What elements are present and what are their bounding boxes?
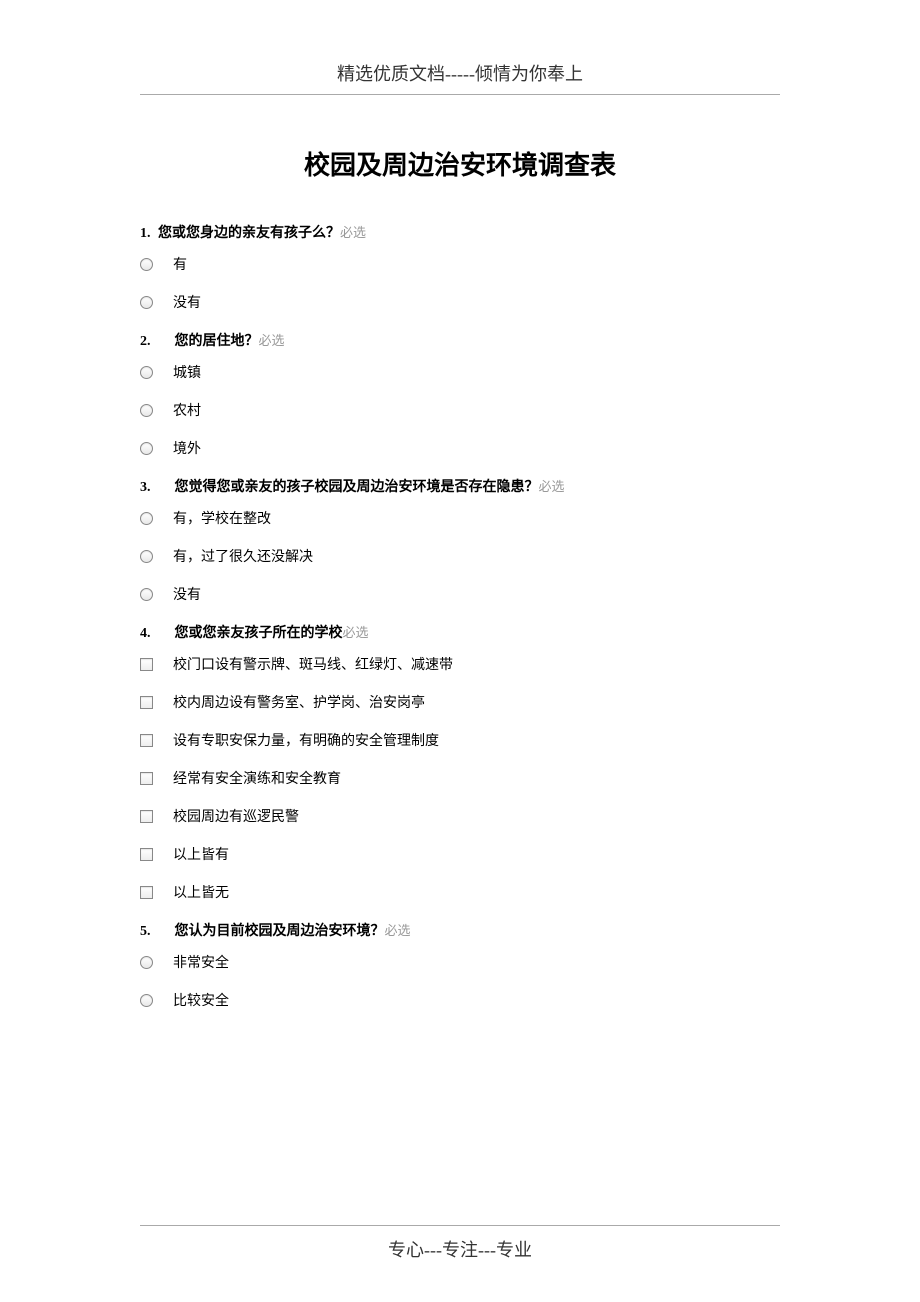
- question-text: 3. 您觉得您或亲友的孩子校园及周边治安环境是否存在隐患？必选: [140, 476, 780, 496]
- radio-icon[interactable]: [140, 994, 153, 1007]
- document-page: 精选优质文档-----倾情为你奉上 校园及周边治安环境调查表 1.您或您身边的亲…: [0, 0, 920, 1302]
- checkbox-icon[interactable]: [140, 772, 153, 785]
- option[interactable]: 设有专职安保力量，有明确的安全管理制度: [140, 730, 780, 750]
- question-label: 您或您身边的亲友有孩子么？: [158, 226, 340, 241]
- checkbox-icon[interactable]: [140, 848, 153, 861]
- option[interactable]: 校园周边有巡逻民警: [140, 806, 780, 826]
- option-label: 经常有安全演练和安全教育: [173, 768, 341, 788]
- option-label: 校门口设有警示牌、斑马线、红绿灯、减速带: [173, 654, 453, 674]
- option[interactable]: 没有: [140, 292, 780, 312]
- option-label: 境外: [173, 438, 201, 458]
- option-label: 没有: [173, 292, 201, 312]
- question-number: 1.: [140, 226, 158, 242]
- option[interactable]: 城镇: [140, 362, 780, 382]
- document-title: 校园及周边治安环境调查表: [140, 145, 780, 182]
- radio-icon[interactable]: [140, 366, 153, 379]
- option-label: 有，学校在整改: [173, 508, 271, 528]
- question-number: 5.: [140, 924, 151, 940]
- question: 3. 您觉得您或亲友的孩子校园及周边治安环境是否存在隐患？必选有，学校在整改有，过…: [140, 476, 780, 604]
- radio-icon[interactable]: [140, 550, 153, 563]
- option-label: 以上皆有: [173, 844, 229, 864]
- checkbox-icon[interactable]: [140, 658, 153, 671]
- question-label: 您的居住地？: [175, 334, 259, 349]
- document-header: 精选优质文档-----倾情为你奉上: [140, 60, 780, 95]
- option[interactable]: 比较安全: [140, 990, 780, 1010]
- option[interactable]: 非常安全: [140, 952, 780, 972]
- question: 4. 您或您亲友孩子所在的学校必选校门口设有警示牌、斑马线、红绿灯、减速带校内周边…: [140, 622, 780, 902]
- question-label: 您认为目前校园及周边治安环境？: [175, 924, 385, 939]
- checkbox-icon[interactable]: [140, 886, 153, 899]
- checkbox-icon[interactable]: [140, 810, 153, 823]
- question-number: 2.: [140, 334, 151, 350]
- radio-icon[interactable]: [140, 404, 153, 417]
- radio-icon[interactable]: [140, 296, 153, 309]
- option[interactable]: 农村: [140, 400, 780, 420]
- option-label: 没有: [173, 584, 201, 604]
- radio-icon[interactable]: [140, 956, 153, 969]
- radio-icon[interactable]: [140, 442, 153, 455]
- question-text: 2. 您的居住地？必选: [140, 330, 780, 350]
- radio-icon[interactable]: [140, 258, 153, 271]
- question: 1.您或您身边的亲友有孩子么？必选有没有: [140, 222, 780, 312]
- option-label: 非常安全: [173, 952, 229, 972]
- option-label: 校内周边设有警务室、护学岗、治安岗亭: [173, 692, 425, 712]
- questions-container: 1.您或您身边的亲友有孩子么？必选有没有2.您的居住地？必选城镇农村境外3.您觉…: [140, 222, 780, 1010]
- question-text: 4. 您或您亲友孩子所在的学校必选: [140, 622, 780, 642]
- radio-icon[interactable]: [140, 588, 153, 601]
- option-label: 设有专职安保力量，有明确的安全管理制度: [173, 730, 439, 750]
- required-label: 必选: [539, 479, 565, 494]
- question: 2. 您的居住地？必选城镇农村境外: [140, 330, 780, 458]
- checkbox-icon[interactable]: [140, 734, 153, 747]
- option[interactable]: 校门口设有警示牌、斑马线、红绿灯、减速带: [140, 654, 780, 674]
- question-text: 1.您或您身边的亲友有孩子么？必选: [140, 222, 780, 242]
- option[interactable]: 境外: [140, 438, 780, 458]
- question-label: 您或您亲友孩子所在的学校: [175, 626, 343, 641]
- option[interactable]: 没有: [140, 584, 780, 604]
- question-text: 5. 您认为目前校园及周边治安环境？必选: [140, 920, 780, 940]
- checkbox-icon[interactable]: [140, 696, 153, 709]
- option-label: 以上皆无: [173, 882, 229, 902]
- option-label: 校园周边有巡逻民警: [173, 806, 299, 826]
- option-label: 农村: [173, 400, 201, 420]
- required-label: 必选: [259, 333, 285, 348]
- option[interactable]: 有: [140, 254, 780, 274]
- required-label: 必选: [340, 225, 366, 240]
- document-footer: 专心---专注---专业: [140, 1225, 780, 1262]
- option-label: 有，过了很久还没解决: [173, 546, 313, 566]
- required-label: 必选: [343, 625, 369, 640]
- option[interactable]: 有，学校在整改: [140, 508, 780, 528]
- question-number: 4.: [140, 626, 151, 642]
- radio-icon[interactable]: [140, 512, 153, 525]
- question-label: 您觉得您或亲友的孩子校园及周边治安环境是否存在隐患？: [175, 480, 539, 495]
- option[interactable]: 经常有安全演练和安全教育: [140, 768, 780, 788]
- option[interactable]: 以上皆有: [140, 844, 780, 864]
- option[interactable]: 以上皆无: [140, 882, 780, 902]
- required-label: 必选: [385, 923, 411, 938]
- option[interactable]: 有，过了很久还没解决: [140, 546, 780, 566]
- question-number: 3.: [140, 480, 151, 496]
- option-label: 比较安全: [173, 990, 229, 1010]
- option-label: 城镇: [173, 362, 201, 382]
- option-label: 有: [173, 254, 187, 274]
- option[interactable]: 校内周边设有警务室、护学岗、治安岗亭: [140, 692, 780, 712]
- question: 5. 您认为目前校园及周边治安环境？必选非常安全比较安全: [140, 920, 780, 1010]
